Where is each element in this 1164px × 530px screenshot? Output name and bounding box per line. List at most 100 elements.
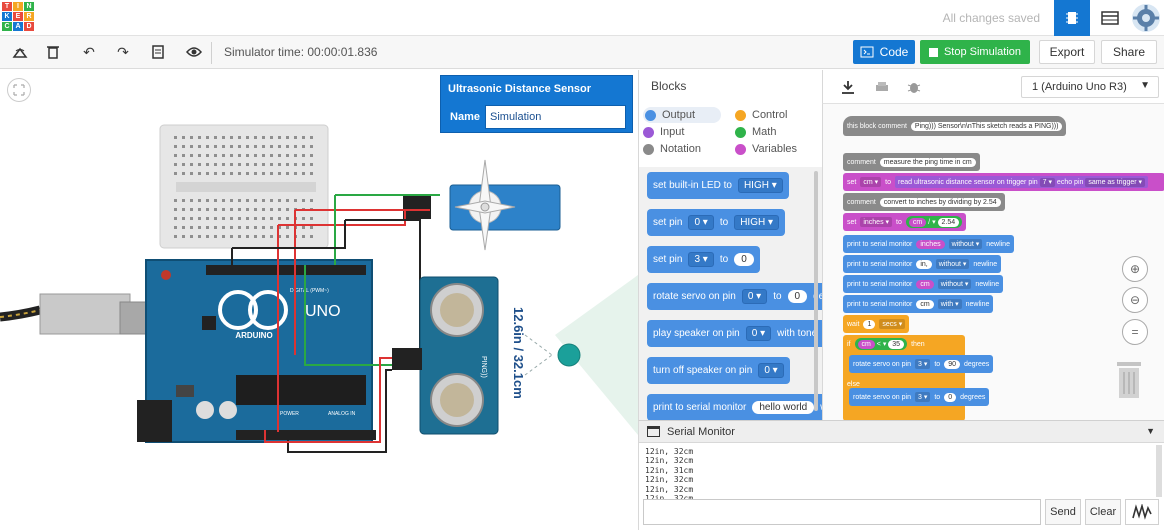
block-rotate-servo[interactable]: rotate servo on pin 0 ▾ to 0 degrees — [647, 283, 822, 310]
clear-button[interactable]: Clear — [1085, 499, 1121, 525]
workspace-trash-icon[interactable] — [1114, 360, 1144, 400]
printer-icon — [876, 82, 888, 91]
block-dropdown[interactable]: 7 ▾ — [1039, 178, 1055, 187]
name-field-input[interactable]: Simulation — [485, 105, 626, 129]
workspace-block-comment[interactable]: comment measure the ping time in cm — [843, 153, 980, 171]
code-workspace[interactable]: this block comment Ping))) Sensor\n\nThi… — [822, 104, 1164, 420]
zoom-reset-button[interactable]: = — [1122, 319, 1148, 345]
user-avatar[interactable] — [1128, 0, 1164, 36]
circuit-canvas[interactable]: ARDUINO UNO DIGITAL (PWM~) POWER ANALOG … — [0, 70, 638, 530]
zoom-in-button[interactable]: ⊕ — [1122, 256, 1148, 282]
block-dropdown[interactable]: 0 ▾ — [741, 289, 768, 304]
block-set-builtin-led[interactable]: set built-in LED to HIGH ▾ — [647, 172, 789, 199]
chevron-down-icon[interactable]: ▼ — [1146, 426, 1155, 436]
share-button[interactable]: Share — [1101, 40, 1157, 64]
upload-button[interactable] — [873, 78, 891, 96]
block-set-pin-digital[interactable]: set pin 0 ▾ to HIGH ▾ — [647, 209, 785, 236]
block-dropdown[interactable]: same as trigger ▾ — [1085, 178, 1146, 187]
breadboard-hole — [190, 235, 193, 238]
block-pill[interactable]: in, — [916, 259, 932, 269]
breadboard-hole — [182, 226, 185, 229]
workspace-block-set-cm[interactable]: set cm ▾ to read ultrasonic distance senso… — [843, 173, 1164, 191]
workspace-block-print[interactable]: print to serial monitor cm without ▾ newlin… — [843, 275, 1004, 293]
block-dropdown[interactable]: inches ▾ — [860, 217, 893, 227]
block-pill[interactable]: convert to inches by dividing by 2.54 — [879, 197, 1001, 207]
block-dropdown[interactable]: 3 ▾ — [914, 392, 931, 402]
stop-simulation-button[interactable]: Stop Simulation — [920, 40, 1030, 64]
block-pill[interactable]: Ping))) Sensor\n\nThis sketch reads a PI… — [910, 121, 1063, 131]
workspace-block-print[interactable]: print to serial monitor inches without ▾ ne… — [843, 235, 1014, 253]
serial-monitor-header[interactable]: Serial Monitor ▼ — [639, 421, 1164, 443]
send-button[interactable]: Send — [1045, 499, 1081, 525]
block-turn-off-speaker[interactable]: turn off speaker on pin 0 ▾ — [647, 357, 790, 384]
category-math[interactable]: Math — [735, 124, 776, 140]
redo-button[interactable]: ↷ — [111, 41, 135, 63]
breadboard-hole — [174, 226, 177, 229]
block-dropdown[interactable]: 0 ▾ — [745, 326, 772, 341]
component-list-button[interactable] — [1092, 0, 1128, 36]
block-dropdown[interactable]: with ▾ — [937, 299, 962, 309]
block-pill[interactable]: cm — [916, 299, 934, 309]
block-value[interactable]: 0 — [734, 253, 754, 266]
block-play-speaker[interactable]: play speaker on pin 0 ▾ with tone 60 — [647, 320, 822, 347]
block-dropdown[interactable]: cm ▾ — [860, 177, 882, 187]
workspace-block-rotate-servo[interactable]: rotate servo on pin 3 ▾ to 90 degrees — [849, 355, 994, 373]
block-dropdown[interactable]: 3 ▾ — [914, 359, 931, 369]
breadboard[interactable] — [159, 124, 329, 249]
graph-button[interactable] — [1125, 499, 1159, 525]
block-print-serial[interactable]: print to serial monitor hello world with — [647, 394, 822, 420]
serial-scrollbar[interactable] — [1156, 445, 1162, 497]
category-variables[interactable]: Variables — [735, 141, 797, 157]
category-control[interactable]: Control — [735, 107, 787, 123]
servo-motor[interactable] — [403, 159, 561, 251]
debugger-button[interactable] — [905, 78, 923, 96]
block-pill[interactable]: 0 — [944, 392, 957, 402]
visibility-button[interactable] — [182, 41, 206, 63]
category-input[interactable]: Input — [643, 124, 684, 140]
block-dropdown[interactable]: HIGH ▾ — [734, 215, 779, 230]
block-dropdown[interactable]: without ▾ — [935, 259, 970, 269]
zoom-out-button[interactable]: ⊖ — [1122, 287, 1148, 313]
block-dropdown[interactable]: 0 ▾ — [688, 215, 714, 230]
block-pill[interactable]: 90 — [944, 359, 960, 369]
block-dropdown[interactable]: without ▾ — [948, 239, 983, 249]
block-dropdown[interactable]: secs ▾ — [879, 319, 906, 329]
block-dropdown[interactable]: 0 ▾ — [758, 363, 784, 378]
category-output[interactable]: Output — [643, 107, 722, 123]
workspace-block-wait[interactable]: wait 1 secs ▾ — [843, 315, 910, 333]
block-math[interactable]: cm < ▾ 35 — [854, 338, 908, 350]
breadboard-hole — [286, 226, 289, 229]
workspace-block-print[interactable]: print to serial monitor cm with ▾ newline — [843, 295, 994, 313]
block-dropdown[interactable]: HIGH ▾ — [737, 178, 783, 193]
rotate-button[interactable] — [8, 41, 32, 63]
block-value[interactable]: 0 — [787, 290, 808, 303]
block-pill[interactable]: measure the ping time in cm — [879, 157, 976, 167]
block-pill[interactable]: 1 — [863, 319, 876, 329]
workspace-block-set-inches[interactable]: set inches ▾ to cm / ▾ 2.54 — [843, 213, 967, 231]
block-dropdown[interactable]: 3 ▾ — [688, 252, 714, 267]
workspace-block-comment[interactable]: comment convert to inches by dividing by… — [843, 193, 1005, 211]
code-button[interactable]: Code — [853, 40, 915, 64]
delete-button[interactable] — [41, 41, 65, 63]
block-math[interactable]: cm / ▾ 2.54 — [905, 216, 963, 228]
export-button[interactable]: Export — [1039, 40, 1095, 64]
workspace-block-rotate-servo[interactable]: rotate servo on pin 3 ▾ to 0 degrees — [849, 388, 990, 406]
tinkercad-logo[interactable]: T I N K E R C A D — [2, 2, 36, 32]
block-value[interactable]: hello world — [752, 401, 815, 414]
category-notation[interactable]: Notation — [643, 141, 701, 157]
download-code-button[interactable] — [839, 78, 857, 96]
breadboard-hole — [270, 235, 273, 238]
sensor-target-object[interactable] — [557, 343, 581, 367]
breadboard-hole — [230, 172, 233, 175]
circuit-view-button[interactable] — [1054, 0, 1090, 36]
notes-button[interactable] — [146, 41, 170, 63]
palette-scrollbar[interactable] — [814, 171, 818, 411]
workspace-block-if-else[interactable]: if cm < ▾ 35 then else — [843, 335, 965, 420]
undo-button[interactable]: ↶ — [77, 41, 101, 63]
workspace-block-print[interactable]: print to serial monitor in, without ▾ newli… — [843, 255, 1002, 273]
workspace-block-comment[interactable]: this block comment Ping))) Sensor\n\nThi… — [843, 116, 1067, 136]
serial-input[interactable] — [643, 499, 1041, 525]
block-dropdown[interactable]: without ▾ — [937, 279, 972, 289]
board-select[interactable]: 1 (Arduino Uno R3) ▼ — [1021, 76, 1159, 98]
block-set-pin-analog[interactable]: set pin 3 ▾ to 0 — [647, 246, 760, 273]
